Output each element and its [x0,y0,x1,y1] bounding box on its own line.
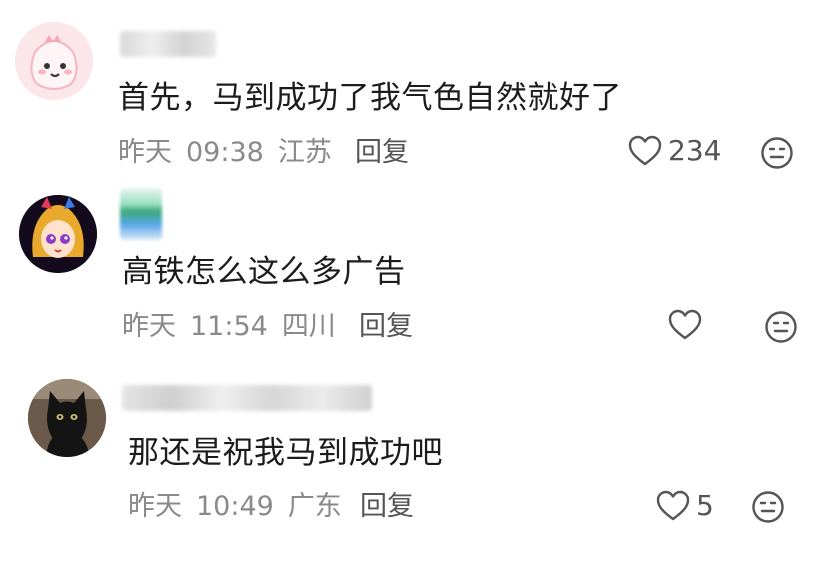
comment-meta: 昨天 09:38 江苏 [118,136,346,170]
comment-time: 10:49 [196,491,274,522]
anime-girl-avatar-icon [19,195,97,273]
like-count: 5 [696,489,714,522]
reply-button[interactable]: 回复 [359,310,413,344]
comment-text: 高铁怎么这么多广告 [122,254,406,290]
comment-date: 昨天 [122,311,176,342]
heart-icon [668,309,702,340]
cartoon-pink-avatar-icon [15,22,93,100]
avatar[interactable] [15,22,93,100]
comment-meta: 昨天 11:54 四川 [122,310,350,344]
heart-icon [628,135,662,165]
comment-date: 昨天 [118,137,172,168]
comment-location: 广东 [287,491,342,522]
emoji-reaction-button[interactable] [764,310,798,344]
comment-date: 昨天 [128,491,182,522]
like-button[interactable]: 234 [628,134,721,167]
comment-meta: 昨天 10:49 广东 [128,490,356,524]
like-count: 234 [668,134,722,167]
reply-button[interactable]: 回复 [360,490,414,524]
comment-time: 11:54 [190,311,268,342]
emoji-reaction-button[interactable] [751,490,785,524]
emoji-reaction-button[interactable] [760,136,794,170]
neutral-face-icon [752,491,784,523]
comment-location: 江苏 [277,137,332,168]
username-blurred[interactable] [120,188,162,240]
comment-time: 09:38 [186,137,264,168]
avatar[interactable] [19,195,97,273]
username-blurred[interactable] [120,31,216,57]
comment-text: 首先，马到成功了我气色自然就好了 [118,80,622,116]
comment-location: 四川 [281,311,336,342]
neutral-face-icon [761,137,793,169]
username-blurred[interactable] [122,385,372,411]
like-button[interactable]: 5 [656,489,714,522]
neutral-face-icon [765,311,797,343]
comment-text: 那还是祝我马到成功吧 [128,435,443,471]
avatar[interactable] [28,379,106,457]
like-button[interactable] [668,309,708,341]
reply-button[interactable]: 回复 [355,136,409,170]
black-cat-avatar-icon [28,379,106,457]
heart-icon [656,490,690,520]
